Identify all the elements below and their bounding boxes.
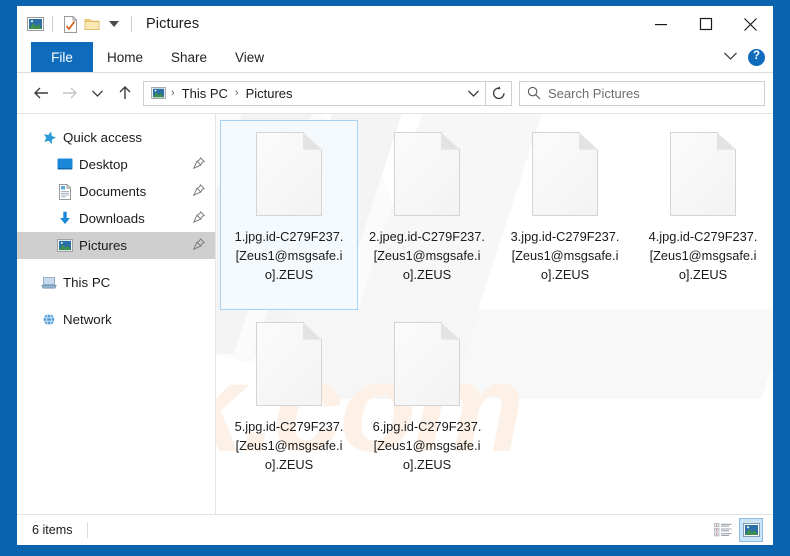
- star-icon: [39, 128, 59, 148]
- new-folder-icon[interactable]: [81, 13, 103, 35]
- refresh-button[interactable]: [486, 80, 512, 106]
- up-button[interactable]: [111, 79, 139, 107]
- chevron-down-icon[interactable]: [723, 48, 738, 66]
- sidebar-item-this-pc[interactable]: This PC: [17, 269, 215, 296]
- file-grid: 1.jpg.id-C279F237.[Zeus1@msgsafe.io].ZEU…: [216, 114, 773, 514]
- sidebar-item-pictures[interactable]: Pictures: [17, 232, 215, 259]
- large-icons-view-button[interactable]: [739, 518, 763, 542]
- sidebar-item-desktop[interactable]: Desktop: [17, 151, 215, 178]
- generic-file-icon: [256, 322, 322, 406]
- file-item[interactable]: 4.jpg.id-C279F237.[Zeus1@msgsafe.io].ZEU…: [634, 120, 772, 310]
- ribbon-right-controls: ?: [723, 42, 765, 72]
- maximize-button[interactable]: [683, 6, 728, 42]
- pin-icon[interactable]: [192, 237, 206, 253]
- item-count-label: 6 items: [32, 523, 73, 537]
- toolbar-divider-2: [131, 16, 132, 32]
- breadcrumb: › This PC › Pictures: [144, 86, 461, 101]
- sidebar-item-label: Desktop: [79, 157, 128, 172]
- quick-access-toolbar: [17, 13, 138, 35]
- documents-icon: [55, 182, 75, 202]
- sidebar-item-label: This PC: [63, 275, 111, 290]
- file-item[interactable]: 3.jpg.id-C279F237.[Zeus1@msgsafe.io].ZEU…: [496, 120, 634, 310]
- desktop-icon: [55, 155, 75, 175]
- search-icon: [520, 86, 548, 100]
- pin-icon[interactable]: [192, 210, 206, 226]
- tab-share[interactable]: Share: [157, 42, 221, 72]
- details-view-button[interactable]: [711, 518, 735, 542]
- desktop-background: Pictures File Home Share View ? › This P…: [0, 0, 790, 556]
- view-mode-buttons: [711, 515, 763, 545]
- back-button[interactable]: [27, 79, 55, 107]
- pictures-icon[interactable]: [24, 13, 46, 35]
- customize-dropdown-icon[interactable]: [103, 13, 125, 35]
- address-dropdown-icon[interactable]: [461, 89, 485, 98]
- file-name-label: 6.jpg.id-C279F237.[Zeus1@msgsafe.io].ZEU…: [372, 419, 482, 472]
- file-name-label: 5.jpg.id-C279F237.[Zeus1@msgsafe.io].ZEU…: [234, 419, 344, 472]
- sidebar-item-documents[interactable]: Documents: [17, 178, 215, 205]
- tab-file[interactable]: File: [31, 42, 93, 72]
- tab-view[interactable]: View: [221, 42, 278, 72]
- search-box[interactable]: [519, 80, 765, 106]
- sidebar-item-label: Downloads: [79, 211, 145, 226]
- ribbon-tab-bar: File Home Share View ?: [17, 42, 773, 73]
- title-bar: Pictures: [17, 6, 773, 42]
- pane-splitter[interactable]: [215, 114, 216, 514]
- generic-file-icon: [532, 132, 598, 216]
- search-input[interactable]: [548, 85, 764, 101]
- toolbar-divider: [52, 16, 53, 32]
- pictures-icon: [55, 236, 75, 256]
- generic-file-icon: [394, 132, 460, 216]
- file-item[interactable]: 6.jpg.id-C279F237.[Zeus1@msgsafe.io].ZEU…: [358, 310, 496, 500]
- window-controls: [638, 6, 773, 42]
- downloads-icon: [55, 209, 75, 229]
- sidebar-item-label: Quick access: [63, 130, 143, 145]
- address-bar[interactable]: › This PC › Pictures: [143, 80, 486, 106]
- help-button[interactable]: ?: [748, 48, 765, 66]
- file-item[interactable]: 5.jpg.id-C279F237.[Zeus1@msgsafe.io].ZEU…: [220, 310, 358, 500]
- status-divider: [86, 522, 88, 538]
- this-pc-icon: [39, 273, 59, 293]
- close-button[interactable]: [728, 6, 773, 42]
- recent-locations-button[interactable]: [83, 79, 111, 107]
- sidebar-item-label: Network: [63, 312, 112, 327]
- breadcrumb-separator-1: ›: [171, 87, 175, 99]
- forward-button[interactable]: [55, 79, 83, 107]
- pictures-icon: [149, 87, 168, 99]
- file-list-pane[interactable]: risk.com 1.jpg.id-C279F237.[Zeus1@msgsaf…: [216, 114, 773, 514]
- generic-file-icon: [256, 132, 322, 216]
- navigation-bar: › This PC › Pictures: [17, 73, 773, 113]
- breadcrumb-pictures[interactable]: Pictures: [242, 86, 297, 101]
- properties-icon[interactable]: [59, 13, 81, 35]
- sidebar-item-label: Documents: [79, 184, 147, 199]
- sidebar-item-downloads[interactable]: Downloads: [17, 205, 215, 232]
- breadcrumb-separator-2: ›: [234, 87, 239, 99]
- generic-file-icon: [670, 132, 736, 216]
- sidebar-item-network[interactable]: Network: [17, 306, 215, 333]
- sidebar-item-quick-access[interactable]: Quick access: [17, 124, 215, 151]
- generic-file-icon: [394, 322, 460, 406]
- pin-icon[interactable]: [192, 183, 206, 199]
- breadcrumb-this-pc[interactable]: This PC: [178, 86, 232, 101]
- status-bar: 6 items: [17, 514, 773, 545]
- file-name-label: 1.jpg.id-C279F237.[Zeus1@msgsafe.io].ZEU…: [234, 229, 344, 282]
- network-icon: [39, 310, 59, 330]
- file-name-label: 4.jpg.id-C279F237.[Zeus1@msgsafe.io].ZEU…: [648, 229, 758, 282]
- file-item[interactable]: 1.jpg.id-C279F237.[Zeus1@msgsafe.io].ZEU…: [220, 120, 358, 310]
- file-explorer-window: Pictures File Home Share View ? › This P…: [16, 5, 774, 546]
- navigation-pane: Quick access Desktop Documents Downloads…: [17, 114, 215, 514]
- file-name-label: 3.jpg.id-C279F237.[Zeus1@msgsafe.io].ZEU…: [510, 229, 620, 282]
- tab-home[interactable]: Home: [93, 42, 157, 72]
- window-title: Pictures: [146, 16, 200, 32]
- explorer-body: Quick access Desktop Documents Downloads…: [17, 113, 773, 514]
- pin-icon[interactable]: [192, 156, 206, 172]
- file-name-label: 2.jpeg.id-C279F237.[Zeus1@msgsafe.io].ZE…: [369, 229, 485, 282]
- file-item[interactable]: 2.jpeg.id-C279F237.[Zeus1@msgsafe.io].ZE…: [358, 120, 496, 310]
- minimize-button[interactable]: [638, 6, 683, 42]
- sidebar-item-label: Pictures: [79, 238, 128, 253]
